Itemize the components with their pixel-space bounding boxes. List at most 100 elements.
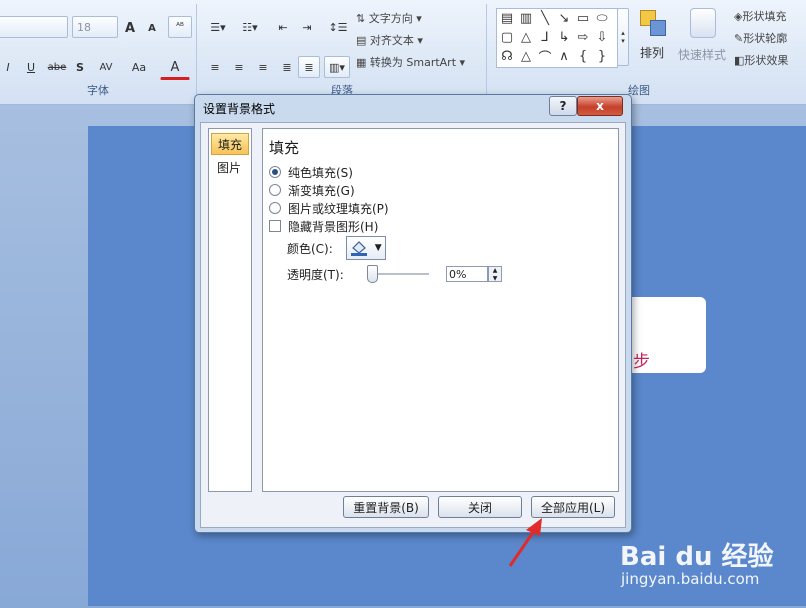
convert-smartart-button[interactable]: ▦ 转换为 SmartArt ▾ <box>356 54 465 70</box>
columns-icon[interactable]: ▥▾ <box>324 56 350 78</box>
solid-fill-option[interactable]: 纯色填充(S) <box>269 164 353 180</box>
shape-effects-label: 形状效果 <box>744 54 789 67</box>
dialog-title: 设置背景格式 <box>203 102 276 116</box>
transparency-spinner[interactable]: ▲ ▼ <box>488 266 502 282</box>
fill-panel: 填充 纯色填充(S) 渐变填充(G) 图片或纹理填充(P) 隐藏背景图形(H) … <box>262 128 619 492</box>
annotation-arrow-icon <box>508 518 542 567</box>
rounded-rect-icon[interactable]: ▢ <box>498 29 516 45</box>
font-name-box[interactable] <box>0 16 68 38</box>
text-direction-button[interactable]: ⇅ 文字方向 ▾ <box>356 10 422 26</box>
quick-styles-label: 快速样式 <box>678 48 727 62</box>
slide-visible-text: 步 <box>633 352 650 372</box>
watermark-url: jingyan.baidu.com <box>621 570 760 588</box>
curve-icon[interactable]: △ <box>517 48 535 64</box>
elbow-connector-icon[interactable]: ⅃ <box>536 29 554 45</box>
nav-item-picture[interactable]: 图片 <box>211 157 247 177</box>
reset-background-label: 重置背景(B) <box>353 500 419 515</box>
shape-outline-button[interactable]: ✎形状轮廓 <box>734 30 787 46</box>
transparency-label: 透明度(T): <box>287 268 344 282</box>
left-brace-icon[interactable]: { <box>574 48 592 64</box>
font-group: 18 A A ᴬᴮ I U abe S AV Aa A 字体 <box>0 4 197 100</box>
align-center-icon[interactable]: ≡ <box>228 56 250 78</box>
align-right-icon[interactable]: ≡ <box>252 56 274 78</box>
nav-item-fill[interactable]: 填充 <box>211 133 249 155</box>
transparency-slider-handle[interactable] <box>367 265 378 283</box>
font-size-value: 18 <box>77 20 91 34</box>
down-arrow-icon[interactable]: ⇩ <box>593 29 611 45</box>
gradient-fill-option[interactable]: 渐变填充(G) <box>269 182 355 198</box>
arrange-button[interactable]: 排列 <box>636 8 672 64</box>
help-button[interactable]: ? <box>549 96 577 116</box>
hide-graphics-option[interactable]: 隐藏背景图形(H) <box>269 218 378 234</box>
right-arrow-icon[interactable]: ⇨ <box>574 29 592 45</box>
spin-up-icon[interactable]: ▲ <box>489 267 501 275</box>
gradient-fill-radio[interactable] <box>269 184 281 196</box>
freeform-icon[interactable]: ☊ <box>498 48 516 64</box>
right-brace-icon[interactable]: } <box>593 48 611 64</box>
quick-styles-button[interactable]: 快速样式 <box>676 8 730 68</box>
increase-indent-icon[interactable]: ⇥ <box>296 16 318 38</box>
italic-button[interactable]: I <box>0 56 16 78</box>
transparency-slider-track[interactable] <box>373 273 429 275</box>
close-window-button[interactable]: x <box>577 96 623 116</box>
arrow-line-icon[interactable]: ↘ <box>555 10 573 26</box>
underline-button[interactable]: U <box>22 56 40 78</box>
hide-graphics-label: 隐藏背景图形(H) <box>288 219 379 234</box>
elbow-arrow-icon[interactable]: ↳ <box>555 29 573 45</box>
nav-item-label: 填充 <box>217 137 242 152</box>
font-color-button[interactable]: A <box>160 56 190 80</box>
numbering-icon[interactable]: ☷▾ <box>236 16 264 38</box>
align-left-icon[interactable]: ≡ <box>204 56 226 78</box>
triangle-icon[interactable]: △ <box>517 29 535 45</box>
decrease-indent-icon[interactable]: ⇤ <box>272 16 294 38</box>
justify-icon[interactable]: ≣ <box>276 56 298 78</box>
wave-icon[interactable]: ∧ <box>555 48 573 64</box>
line-spacing-icon[interactable]: ↕☰ <box>326 16 350 38</box>
line-icon[interactable]: ╲ <box>536 10 554 26</box>
picture-fill-radio[interactable] <box>269 202 281 214</box>
arc-icon[interactable]: ⌒ <box>536 48 554 66</box>
category-nav: 填充 图片 <box>208 128 252 492</box>
oval-icon[interactable]: ⬭ <box>593 10 611 26</box>
gallery-scroll-icon[interactable]: ▴ ▾ <box>617 8 629 66</box>
solid-fill-label: 纯色填充(S) <box>288 165 353 180</box>
watermark-logo-text: Bai du 经验 <box>620 542 774 572</box>
close-label: 关闭 <box>467 500 492 515</box>
convert-smartart-label: 转换为 SmartArt <box>369 56 457 69</box>
shape-fill-button[interactable]: ◈形状填充 <box>734 8 786 24</box>
gradient-fill-label: 渐变填充(G) <box>288 183 355 198</box>
spin-down-icon[interactable]: ▼ <box>489 275 501 283</box>
bullets-icon[interactable]: ☰▾ <box>204 16 232 38</box>
shrink-font-button[interactable]: A <box>142 17 162 39</box>
shape-effects-button[interactable]: ◧形状效果 <box>734 52 788 68</box>
paint-bucket-icon <box>351 241 368 256</box>
reset-background-button[interactable]: 重置背景(B) <box>343 496 429 518</box>
paragraph-group: ☰▾ ☷▾ ⇤ ⇥ ↕☰ ≡ ≡ ≡ ≣ ≣ ▥▾ ⇅ 文字方向 ▾ ▤ 对齐文… <box>198 4 487 100</box>
text-direction-label: 文字方向 <box>368 12 413 25</box>
grow-font-button[interactable]: A <box>120 17 140 39</box>
quick-styles-icon <box>690 8 716 38</box>
shadow-button[interactable]: S <box>72 56 88 78</box>
color-label: 颜色(C): <box>287 242 333 256</box>
hide-graphics-checkbox[interactable] <box>269 220 281 232</box>
strikethrough-button[interactable]: abe <box>44 56 70 78</box>
align-text-button[interactable]: ▤ 对齐文本 ▾ <box>356 32 423 48</box>
clear-format-button[interactable]: ᴬᴮ <box>168 16 192 38</box>
picture-fill-option[interactable]: 图片或纹理填充(P) <box>269 200 389 216</box>
rectangle-icon[interactable]: ▭ <box>574 10 592 26</box>
textbox-icon[interactable]: ▤ <box>498 10 516 26</box>
solid-fill-radio[interactable] <box>269 166 281 178</box>
font-group-label: 字体 <box>87 84 109 97</box>
panel-title: 填充 <box>269 139 300 157</box>
color-picker-button[interactable]: ▼ <box>346 236 386 260</box>
transparency-input[interactable]: 0% <box>446 266 488 282</box>
vertical-textbox-icon[interactable]: ▥ <box>517 10 535 26</box>
char-spacing-button[interactable]: AV <box>92 56 120 78</box>
change-case-button[interactable]: Aa <box>124 56 154 78</box>
close-icon: x <box>596 99 604 113</box>
distributed-icon[interactable]: ≣ <box>298 56 320 78</box>
font-size-box[interactable]: 18 <box>72 16 118 38</box>
shape-gallery[interactable]: ▤ ▥ ╲ ↘ ▭ ⬭ ▢ △ ⅃ ↳ ⇨ ⇩ ☊ △ ⌒ ∧ { } <box>496 8 618 68</box>
align-text-label: 对齐文本 <box>369 34 414 47</box>
transparency-value: 0% <box>449 267 467 281</box>
